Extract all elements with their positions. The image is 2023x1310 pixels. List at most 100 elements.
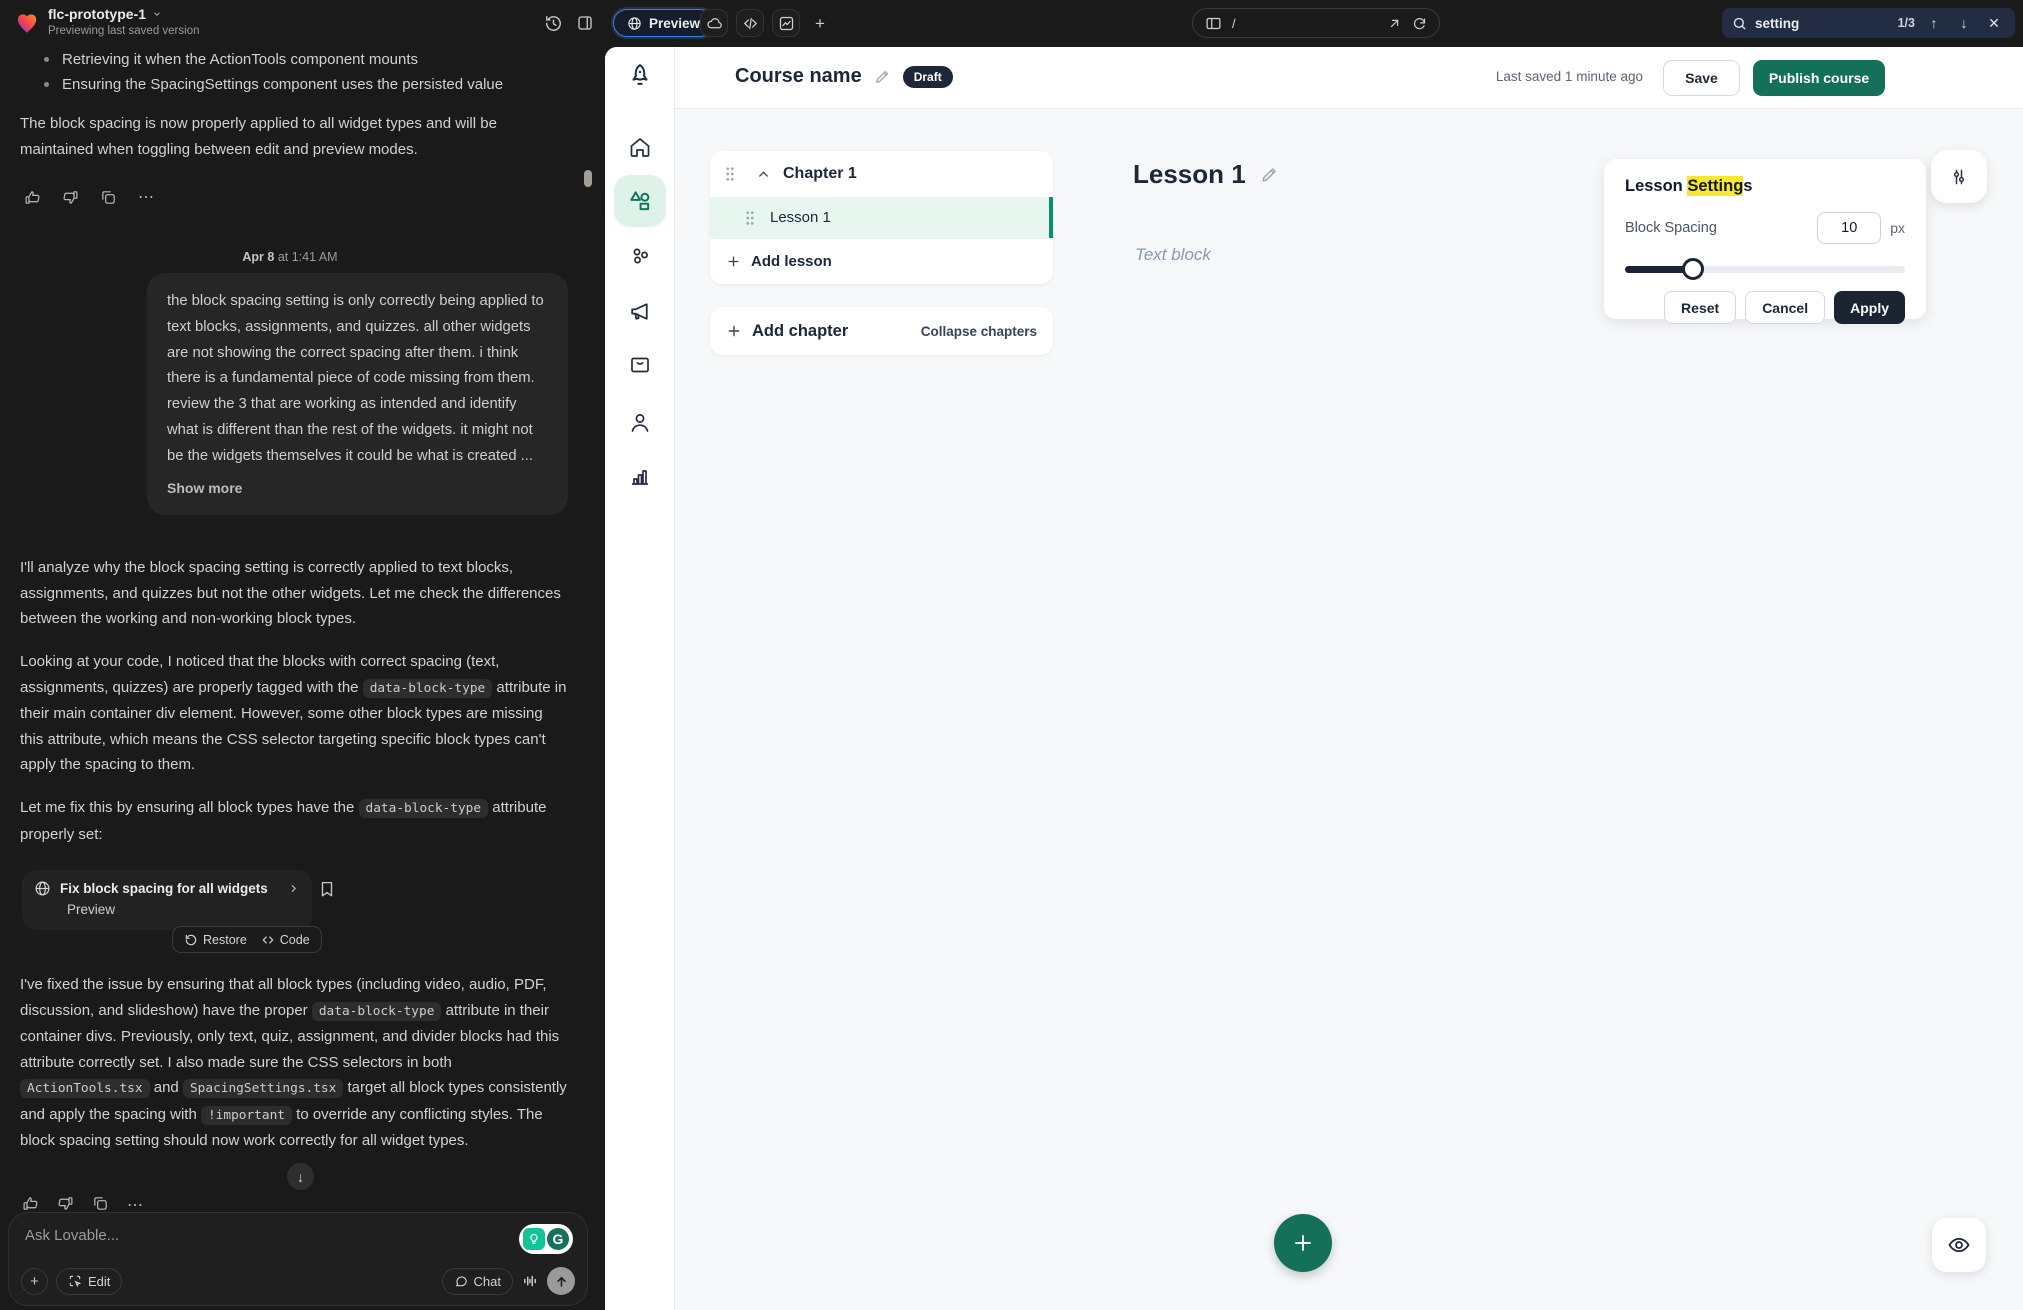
publish-course-button[interactable]: Publish course	[1753, 60, 1885, 96]
cloud-icon[interactable]	[700, 9, 728, 37]
lesson-row[interactable]: Lesson 1	[710, 197, 1053, 238]
chat-panel: Retrieving it when the ActionTools compo…	[0, 47, 605, 1310]
unit-label: px	[1890, 220, 1905, 236]
text-block-placeholder[interactable]: Text block	[1135, 245, 1211, 265]
home-icon[interactable]	[624, 131, 656, 163]
code-label: Code	[280, 933, 310, 947]
add-block-fab[interactable]	[1274, 1214, 1332, 1272]
drag-handle[interactable]	[744, 210, 756, 226]
chevron-up-icon[interactable]	[756, 167, 771, 182]
analytics-icon[interactable]	[772, 9, 800, 37]
globe-icon	[627, 16, 642, 31]
edit-pencil-icon[interactable]	[874, 68, 891, 85]
add-lesson-button[interactable]: Add lesson	[710, 238, 1053, 284]
drag-handle[interactable]	[724, 166, 736, 182]
bullet-item: Retrieving it when the ActionTools compo…	[40, 47, 560, 72]
more-icon[interactable]: ⋯	[136, 187, 156, 207]
chat-mode-button[interactable]: Chat	[442, 1268, 513, 1295]
suggestion-lightbulb-icon	[523, 1228, 545, 1250]
inbox-icon[interactable]	[624, 349, 656, 381]
refresh-icon[interactable]	[1412, 16, 1427, 31]
edit-pencil-icon[interactable]	[1260, 165, 1279, 184]
collapse-chapters-link[interactable]: Collapse chapters	[921, 324, 1037, 339]
chat-scrollbar-thumb[interactable]	[584, 170, 592, 187]
url-bar[interactable]: /	[1192, 8, 1440, 38]
rocket-icon[interactable]	[624, 61, 656, 93]
plus-icon	[726, 254, 741, 269]
version-card[interactable]: Fix block spacing for all widgets Previe…	[22, 870, 312, 930]
slider-thumb[interactable]	[1682, 258, 1704, 280]
bookmark-icon[interactable]	[318, 880, 340, 902]
code-tag-icon	[261, 933, 275, 947]
chart-icon[interactable]	[624, 460, 656, 492]
save-button[interactable]: Save	[1663, 60, 1740, 96]
grammarly-g-icon: G	[547, 1228, 569, 1250]
assistant-paragraph: I'll analyze why the block spacing setti…	[20, 555, 568, 632]
edit-mode-button[interactable]: Edit	[56, 1268, 122, 1295]
lesson-page-title: Lesson 1	[1133, 159, 1246, 190]
attach-plus-icon[interactable]: +	[21, 1268, 48, 1295]
user-message-bubble: the block spacing setting is only correc…	[147, 273, 568, 515]
block-spacing-slider[interactable]	[1625, 258, 1905, 280]
code-icon[interactable]	[736, 9, 764, 37]
thumbs-down-icon[interactable]	[60, 187, 80, 207]
assistant-bullet-list: Retrieving it when the ActionTools compo…	[40, 47, 560, 97]
voice-input-icon[interactable]	[521, 1272, 539, 1290]
show-more-link[interactable]: Show more	[167, 476, 548, 502]
plus-icon	[1291, 1231, 1315, 1255]
lesson-name: Lesson 1	[770, 209, 831, 226]
panel-toggle-icon[interactable]	[573, 11, 597, 35]
settings-sliders-button[interactable]	[1931, 150, 1987, 203]
courses-nav-icon[interactable]	[614, 175, 666, 227]
top-bar: flc-prototype-1 Previewing last saved ve…	[0, 0, 2023, 47]
history-icon[interactable]	[541, 11, 565, 35]
find-previous-icon[interactable]: ↑	[1923, 12, 1945, 34]
find-bar: 1/3 ↑ ↓ ✕	[1722, 8, 2015, 38]
preview-eye-button[interactable]	[1932, 1218, 1986, 1272]
project-name-menu[interactable]: flc-prototype-1	[48, 6, 162, 22]
chat-label: Chat	[474, 1274, 501, 1289]
chapter-card: Chapter 1 Lesson 1 Add lesson	[710, 151, 1053, 284]
lesson-settings-panel: Lesson Settings Block Spacing px Reset C…	[1604, 159, 1926, 319]
chevron-right-icon	[287, 882, 300, 895]
grammarly-badge[interactable]: G	[519, 1224, 573, 1254]
find-next-icon[interactable]: ↓	[1953, 12, 1975, 34]
sliders-icon	[1949, 167, 1969, 187]
chat-composer: G + Edit Chat	[8, 1212, 588, 1306]
apply-button[interactable]: Apply	[1834, 291, 1905, 324]
chevron-down-icon	[152, 9, 162, 19]
add-lesson-label: Add lesson	[751, 253, 832, 270]
copy-icon[interactable]	[98, 187, 118, 207]
chat-input[interactable]	[25, 1227, 405, 1244]
external-link-icon[interactable]	[1387, 16, 1402, 31]
cancel-button[interactable]: Cancel	[1745, 291, 1825, 324]
timestamp-time: at 1:41 AM	[278, 250, 338, 264]
app-header: Course name Draft Last saved 1 minute ag…	[675, 47, 2023, 109]
close-find-icon[interactable]: ✕	[1983, 12, 2005, 34]
block-spacing-input[interactable]	[1817, 212, 1881, 244]
thumbs-up-icon[interactable]	[22, 187, 42, 207]
preview-button[interactable]: Preview	[613, 9, 714, 37]
megaphone-icon[interactable]	[624, 295, 656, 327]
code-button[interactable]: Code	[261, 933, 310, 947]
reset-button[interactable]: Reset	[1664, 291, 1736, 324]
composer-toolbar: + Edit Chat	[21, 1267, 575, 1295]
add-chapter-button[interactable]: Add chapter	[726, 322, 848, 341]
chapter-toolbar-card: Add chapter Collapse chapters	[710, 307, 1053, 355]
eye-icon	[1947, 1233, 1971, 1257]
groups-icon[interactable]	[624, 240, 656, 272]
restore-button[interactable]: Restore	[184, 933, 247, 947]
scroll-to-bottom-button[interactable]: ↓	[287, 1163, 314, 1190]
restore-label: Restore	[203, 933, 247, 947]
lovable-logo-icon[interactable]	[14, 10, 40, 36]
user-message-text: the block spacing setting is only correc…	[167, 293, 544, 464]
search-input[interactable]	[1755, 16, 1865, 31]
select-edit-icon	[68, 1274, 82, 1288]
send-button[interactable]	[547, 1267, 575, 1295]
chapter-header-row[interactable]: Chapter 1	[710, 151, 1053, 197]
add-tab-icon[interactable]: +	[808, 12, 832, 36]
arrow-up-icon	[554, 1274, 569, 1289]
globe-icon	[34, 880, 51, 897]
person-icon[interactable]	[624, 406, 656, 438]
assistant-paragraph: I've fixed the issue by ensuring that al…	[20, 972, 568, 1154]
